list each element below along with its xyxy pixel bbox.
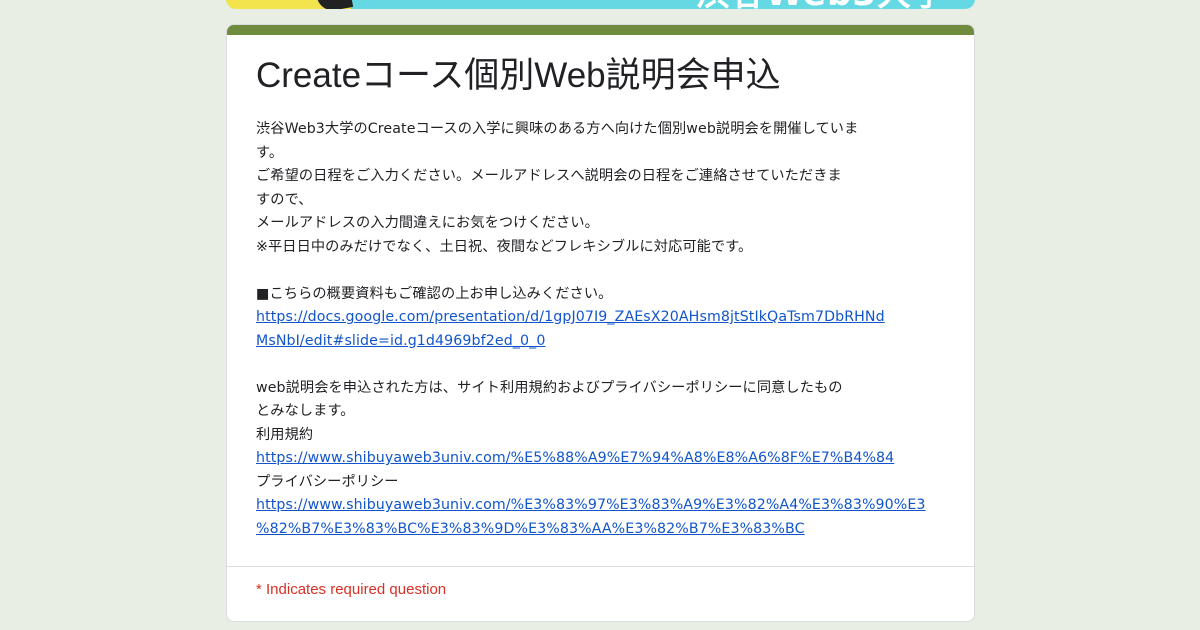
- header-banner: 渋谷Web3大学: [226, 0, 975, 9]
- form-title: Createコース個別Web説明会申込: [256, 56, 781, 95]
- description-line: ■こちらの概要資料もご確認の上お申し込みください。: [256, 285, 613, 302]
- description-line: ご希望の日程をご入力ください。メールアドレスへ説明会の日程をご連絡させていただき…: [256, 168, 842, 184]
- privacy-policy-label: プライバシーポリシー: [256, 473, 399, 490]
- banner-illustration: [226, 0, 351, 9]
- description-line: 渋谷Web3大学のCreateコースの入学に興味のある方へ向けた個別web説明会…: [256, 121, 859, 137]
- description-blank-line: [256, 353, 946, 377]
- overview-document-link[interactable]: https://docs.google.com/presentation/d/1…: [256, 306, 946, 330]
- card-divider: [227, 566, 974, 567]
- description-line: ※平日日中のみだけでなく、土日祝、夜間などフレキシブルに対応可能です。: [256, 238, 753, 255]
- terms-label: 利用規約: [256, 426, 314, 443]
- overview-document-link-continued[interactable]: MsNbI/edit#slide=id.g1d4969bf2ed_0_0: [256, 330, 946, 354]
- banner-text: 渋谷Web3大学: [696, 0, 947, 9]
- form-description: 渋谷Web3大学のCreateコースの入学に興味のある方へ向けた個別web説明会…: [256, 118, 946, 541]
- form-header-card: Createコース個別Web説明会申込 渋谷Web3大学のCreateコースの入…: [226, 24, 975, 622]
- description-blank-line: [256, 259, 946, 283]
- terms-link[interactable]: https://www.shibuyaweb3univ.com/%E5%88%A…: [256, 447, 946, 471]
- required-question-note: * Indicates required question: [256, 581, 447, 598]
- agreement-text: とみなします。: [256, 403, 355, 419]
- description-line: すので、: [256, 191, 313, 208]
- privacy-policy-link[interactable]: https://www.shibuyaweb3univ.com/%E3%83%9…: [256, 494, 946, 518]
- privacy-policy-link-continued[interactable]: %82%B7%E3%83%BC%E3%83%9D%E3%83%AA%E3%82%…: [256, 518, 946, 542]
- card-accent-bar: [227, 25, 974, 35]
- description-line: す。: [256, 144, 284, 161]
- description-line: メールアドレスの入力間違えにお気をつけください。: [256, 215, 599, 231]
- agreement-text: web説明会を申込された方は、サイト利用規約およびプライバシーポリシーに同意した…: [256, 379, 843, 396]
